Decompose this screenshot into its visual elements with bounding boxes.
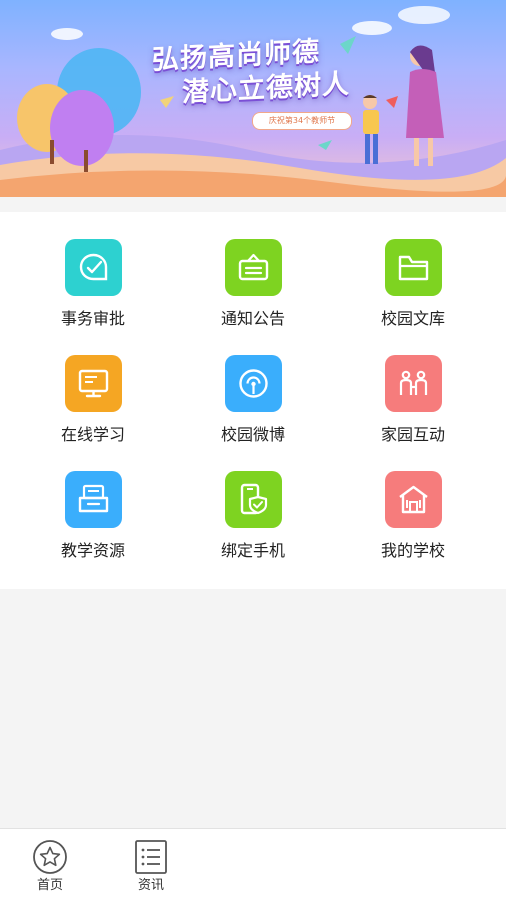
- grid-item-teaching-resources[interactable]: 教学资源: [9, 444, 177, 560]
- phone-shield-icon: [225, 471, 282, 528]
- grid-item-label: 事务审批: [60, 309, 125, 328]
- tab-home-label: 首页: [36, 878, 63, 893]
- tab-news-label: 资讯: [137, 878, 164, 893]
- tab-news[interactable]: 资讯: [111, 829, 191, 901]
- grid-item-label: 我的学校: [380, 541, 445, 560]
- grid-item-campus-library[interactable]: 校园文库: [329, 212, 497, 328]
- notice-board-icon: [225, 239, 282, 296]
- monitor-icon: [65, 355, 122, 412]
- microblog-signal-icon: [225, 355, 282, 412]
- family-people-icon: [385, 355, 442, 412]
- grid-item-label: 通知公告: [220, 309, 285, 328]
- grid-item-online-learning[interactable]: 在线学习: [9, 328, 177, 444]
- grid-item-bind-phone[interactable]: 绑定手机: [169, 444, 337, 560]
- resources-tray-icon: [65, 471, 122, 528]
- approval-chat-check-icon: [65, 239, 122, 296]
- tab-home[interactable]: 首页: [10, 829, 90, 901]
- grid-item-label: 绑定手机: [220, 541, 285, 560]
- grid-item-my-school[interactable]: 我的学校: [329, 444, 497, 560]
- school-building-icon: [385, 471, 442, 528]
- star-circle-icon: [32, 839, 68, 875]
- grid-item-campus-weibo[interactable]: 校园微博: [169, 328, 337, 444]
- folder-icon: [385, 239, 442, 296]
- grid-item-label: 校园微博: [220, 425, 285, 444]
- grid-item-affairs-approval[interactable]: 事务审批: [9, 212, 177, 328]
- grid-item-label: 在线学习: [60, 425, 125, 444]
- grid-item-label: 教学资源: [60, 541, 125, 560]
- grid-item-home-school-interaction[interactable]: 家园互动: [329, 328, 497, 444]
- grid-item-label: 校园文库: [380, 309, 445, 328]
- grid-item-notice[interactable]: 通知公告: [169, 212, 337, 328]
- banner-slogan: 弘扬高尚师德 潜心立德树人: [152, 32, 382, 112]
- function-grid: 事务审批 通知公告 校园文库 在线学习 校园微博 家园互动 教学资源 绑定手机 …: [0, 212, 506, 589]
- news-list-icon: [133, 839, 169, 875]
- banner-subtitle: 庆祝第34个教师节: [252, 112, 352, 130]
- grid-item-label: 家园互动: [380, 425, 445, 444]
- bottom-tab-bar: 首页 资讯: [0, 828, 506, 901]
- teachers-day-banner[interactable]: 弘扬高尚师德 潜心立德树人 庆祝第34个教师节: [0, 0, 506, 197]
